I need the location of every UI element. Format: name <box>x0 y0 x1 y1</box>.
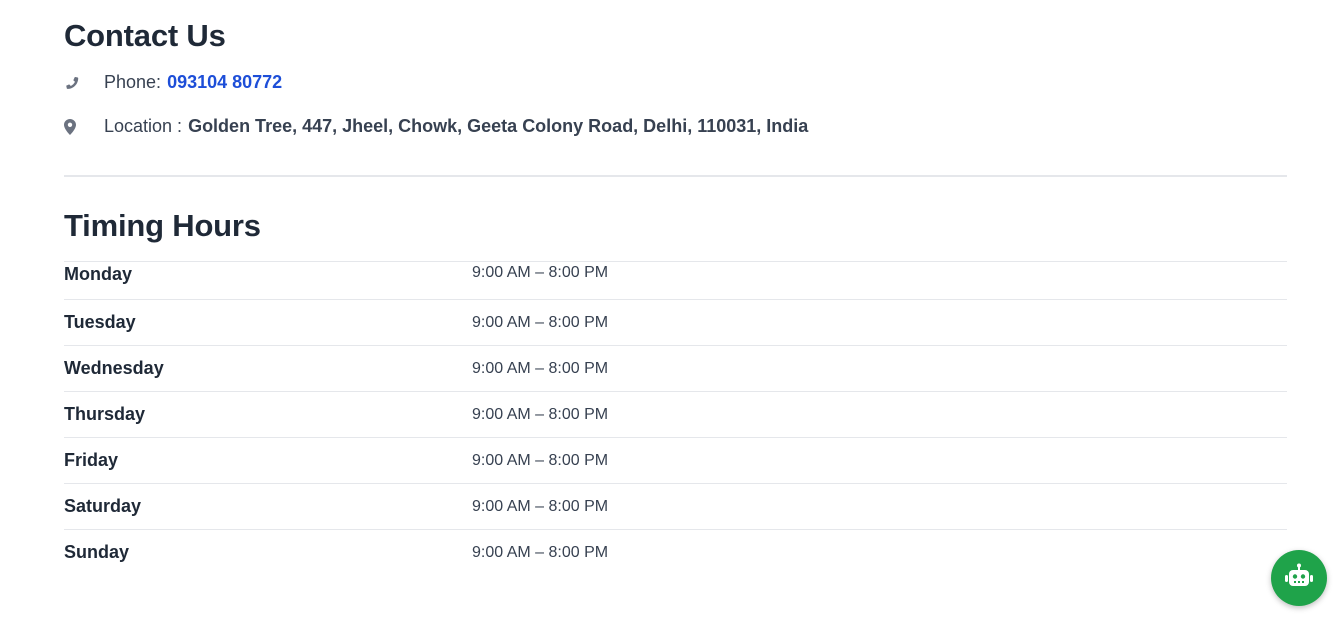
table-row: Sunday 9:00 AM – 8:00 PM <box>64 529 1287 576</box>
table-row: Tuesday 9:00 AM – 8:00 PM <box>64 299 1287 346</box>
phone-number-link[interactable]: 093104 80772 <box>167 72 282 93</box>
map-pin-icon <box>64 118 104 135</box>
location-label: Location : <box>104 116 183 136</box>
day-cell: Wednesday <box>64 358 164 378</box>
table-row: Monday 9:00 AM – 8:00 PM <box>64 261 1287 300</box>
contact-location-row: Location : Golden Tree, 447, Jheel, Chow… <box>64 116 808 137</box>
table-row: Wednesday 9:00 AM – 8:00 PM <box>64 345 1287 392</box>
section-divider <box>64 175 1287 177</box>
day-cell: Sunday <box>64 542 130 562</box>
table-row: Thursday 9:00 AM – 8:00 PM <box>64 391 1287 438</box>
phone-label: Phone: <box>104 72 162 92</box>
table-row: Friday 9:00 AM – 8:00 PM <box>64 437 1287 484</box>
hours-cell: 9:00 AM – 8:00 PM <box>472 405 609 423</box>
day-cell: Saturday <box>64 496 142 516</box>
table-row: Saturday 9:00 AM – 8:00 PM <box>64 483 1287 530</box>
day-cell: Friday <box>64 450 119 470</box>
contact-title: Contact Us <box>64 18 226 53</box>
hours-cell: 9:00 AM – 8:00 PM <box>472 451 609 469</box>
contact-phone-row: Phone: 093104 80772 <box>64 72 282 93</box>
chatbot-button[interactable] <box>1271 550 1327 606</box>
hours-table: Monday 9:00 AM – 8:00 PM Tuesday 9:00 AM… <box>64 261 1287 575</box>
day-cell: Thursday <box>64 404 146 424</box>
hours-cell: 9:00 AM – 8:00 PM <box>472 359 609 377</box>
phone-icon <box>64 75 104 91</box>
location-value: Golden Tree, 447, Jheel, Chowk, Geeta Co… <box>188 116 809 136</box>
timing-title: Timing Hours <box>64 208 261 243</box>
robot-icon <box>1284 563 1314 594</box>
day-cell: Monday <box>64 264 133 284</box>
hours-cell: 9:00 AM – 8:00 PM <box>472 313 609 331</box>
day-cell: Tuesday <box>64 312 136 332</box>
page: Contact Us Phone: 093104 80772 Location … <box>0 0 1344 622</box>
hours-cell: 9:00 AM – 8:00 PM <box>472 264 609 281</box>
hours-cell: 9:00 AM – 8:00 PM <box>472 543 609 561</box>
hours-cell: 9:00 AM – 8:00 PM <box>472 497 609 515</box>
